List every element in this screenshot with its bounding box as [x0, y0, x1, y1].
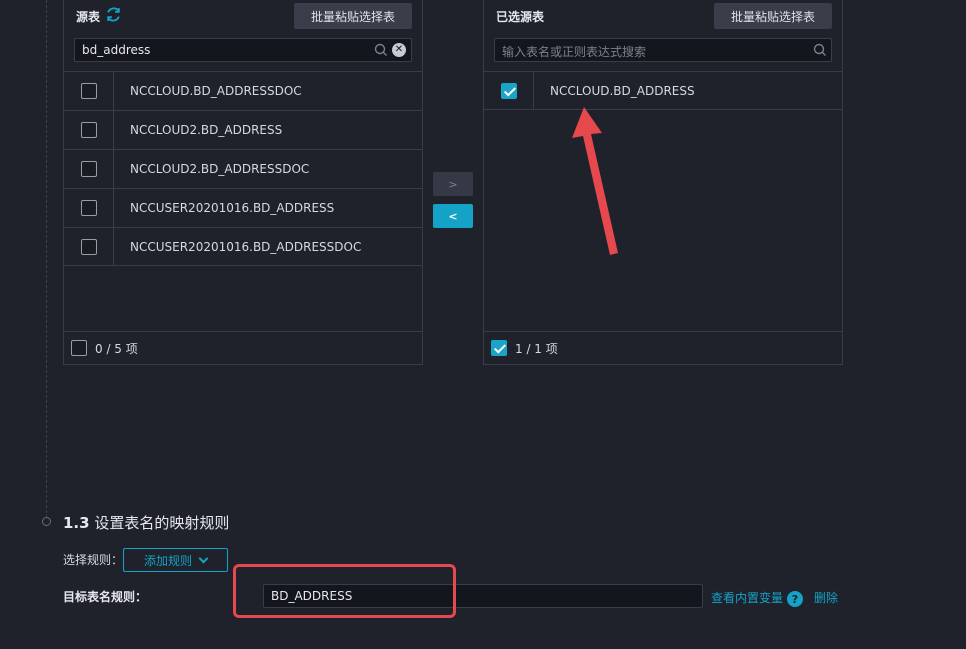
source-table-panel: 源表 批量粘贴选择表 bd_address ✕ NCCLOUD.BD_ADDRE…	[63, 0, 423, 365]
source-paste-button[interactable]: 批量粘贴选择表	[294, 3, 412, 29]
section-title-text: 设置表名的映射规则	[94, 514, 230, 532]
source-search-value: bd_address	[82, 43, 151, 57]
selected-table-panel: 已选源表 批量粘贴选择表 输入表名或正则表达式搜索 NCCLOUD.BD_ADD…	[483, 0, 843, 365]
source-table-list: NCCLOUD.BD_ADDRESSDOC NCCLOUD2.BD_ADDRES…	[64, 71, 422, 266]
add-rule-dropdown[interactable]: 添加规则	[123, 548, 228, 572]
list-item[interactable]: NCCLOUD2.BD_ADDRESSDOC	[64, 149, 422, 188]
help-icon[interactable]: ?	[787, 591, 803, 607]
source-panel-footer: 0 / 5 项	[64, 331, 422, 364]
annotation-arrow	[572, 107, 618, 255]
move-right-button[interactable]: >	[433, 172, 473, 196]
search-icon	[813, 43, 826, 56]
clear-icon[interactable]: ✕	[392, 43, 406, 57]
selected-panel-footer: 1 / 1 项	[484, 331, 842, 364]
timeline-line	[46, 0, 47, 518]
row-checkbox[interactable]	[80, 161, 97, 177]
table-name: NCCUSER20201016.BD_ADDRESS	[130, 201, 335, 215]
search-icon	[374, 43, 387, 56]
annotation-highlight-box	[233, 564, 456, 618]
selected-count: 1 / 1 项	[515, 341, 558, 356]
section-title: 1.3 设置表名的映射规则	[63, 512, 229, 533]
section-number: 1.3	[63, 514, 90, 532]
selected-search-input[interactable]: 输入表名或正则表达式搜索	[494, 38, 832, 62]
source-panel-title: 源表	[76, 10, 101, 24]
chevron-down-icon	[198, 553, 209, 563]
table-name: NCCLOUD2.BD_ADDRESSDOC	[130, 162, 310, 176]
selected-table-list: NCCLOUD.BD_ADDRESS	[484, 71, 842, 110]
list-item[interactable]: NCCLOUD.BD_ADDRESS	[484, 71, 842, 110]
table-name: NCCLOUD2.BD_ADDRESS	[130, 123, 283, 137]
selected-paste-button[interactable]: 批量粘贴选择表	[714, 3, 832, 29]
target-name-rule-label: 目标表名规则：	[63, 590, 148, 604]
selected-panel-header: 已选源表 批量粘贴选择表	[484, 0, 842, 33]
row-checkbox[interactable]	[80, 200, 97, 216]
source-panel-header: 源表 批量粘贴选择表	[64, 0, 422, 33]
timeline-step-dot	[42, 517, 51, 526]
view-builtin-vars-link[interactable]: 查看内置变量	[711, 589, 783, 606]
row-checkbox[interactable]	[80, 122, 97, 138]
selected-search-placeholder: 输入表名或正则表达式搜索	[502, 45, 647, 59]
source-count: 0 / 5 项	[95, 341, 138, 356]
delete-link[interactable]: 删除	[814, 589, 838, 606]
refresh-icon[interactable]	[105, 6, 122, 23]
add-rule-label: 添加规则	[143, 553, 192, 568]
list-item[interactable]: NCCLOUD.BD_ADDRESSDOC	[64, 71, 422, 110]
select-all-checkbox[interactable]	[71, 340, 87, 356]
select-all-checkbox[interactable]	[491, 340, 507, 356]
rule-label: 选择规则：	[63, 553, 124, 567]
row-checkbox-checked[interactable]	[500, 82, 517, 99]
list-item[interactable]: NCCUSER20201016.BD_ADDRESSDOC	[64, 227, 422, 266]
source-search-input[interactable]: bd_address ✕	[74, 38, 412, 62]
list-item[interactable]: NCCUSER20201016.BD_ADDRESS	[64, 188, 422, 227]
row-checkbox[interactable]	[80, 238, 97, 255]
move-left-button[interactable]: <	[433, 204, 473, 228]
table-name: NCCLOUD.BD_ADDRESS	[550, 83, 695, 98]
table-name: NCCUSER20201016.BD_ADDRESSDOC	[130, 239, 362, 254]
selected-panel-title: 已选源表	[496, 10, 545, 24]
list-item[interactable]: NCCLOUD2.BD_ADDRESS	[64, 110, 422, 149]
table-name: NCCLOUD.BD_ADDRESSDOC	[130, 84, 302, 98]
row-checkbox[interactable]	[80, 83, 97, 99]
